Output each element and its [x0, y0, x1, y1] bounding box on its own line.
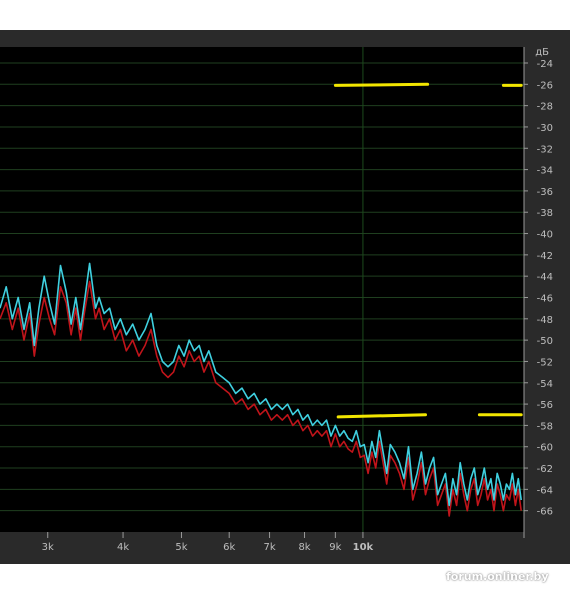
y-unit-label: дБ	[535, 47, 549, 58]
y-tick-label: -64	[537, 485, 553, 496]
x-tick-label: 6k	[223, 542, 235, 553]
plot-area	[0, 47, 524, 532]
x-tick-label: 3k	[42, 542, 54, 553]
x-tick-label: 8k	[298, 542, 310, 553]
x-tick-label: 5k	[175, 542, 187, 553]
y-tick-label: -52	[537, 357, 553, 368]
spectrum-chart: -24 -26 -28 -30 -32 -34 -36 -38 -40 -42 -44 -46 -48 -…	[0, 47, 553, 553]
x-tick-label: 7k	[263, 542, 275, 553]
y-tick-label: -50	[537, 336, 553, 347]
y-tick-label: -56	[537, 400, 553, 411]
y-tick-label: -62	[537, 464, 553, 475]
y-tick-label: -26	[537, 80, 553, 91]
y-tick-label: -32	[537, 144, 553, 155]
y-tick-label: -24	[537, 59, 553, 70]
y-tick-label: -58	[537, 421, 553, 432]
x-tick-label: 10k	[353, 542, 374, 553]
y-tick-label: -66	[537, 507, 553, 518]
y-tick-label: -40	[537, 230, 553, 241]
y-tick-label: -38	[537, 208, 553, 219]
y-tick-label: -54	[537, 379, 553, 390]
y-tick-label: -60	[537, 443, 553, 454]
x-tick-label: 9k	[329, 542, 341, 553]
y-tick-label: -46	[537, 293, 553, 304]
spectrum-analyzer: -24 -26 -28 -30 -32 -34 -36 -38 -40 -42 -44 -46 -48 -…	[0, 0, 575, 598]
y-tick-label: -28	[537, 102, 553, 113]
y-tick-label: -36	[537, 187, 553, 198]
y-tick-label: -44	[537, 272, 553, 283]
watermark: forum.onliner.by	[446, 570, 549, 583]
y-tick-label: -48	[537, 315, 553, 326]
y-tick-label: -42	[537, 251, 553, 262]
y-tick-label: -34	[537, 166, 553, 177]
y-tick-label: -30	[537, 123, 553, 134]
annotation-stroke	[333, 82, 430, 87]
x-tick-label: 4k	[117, 542, 129, 553]
